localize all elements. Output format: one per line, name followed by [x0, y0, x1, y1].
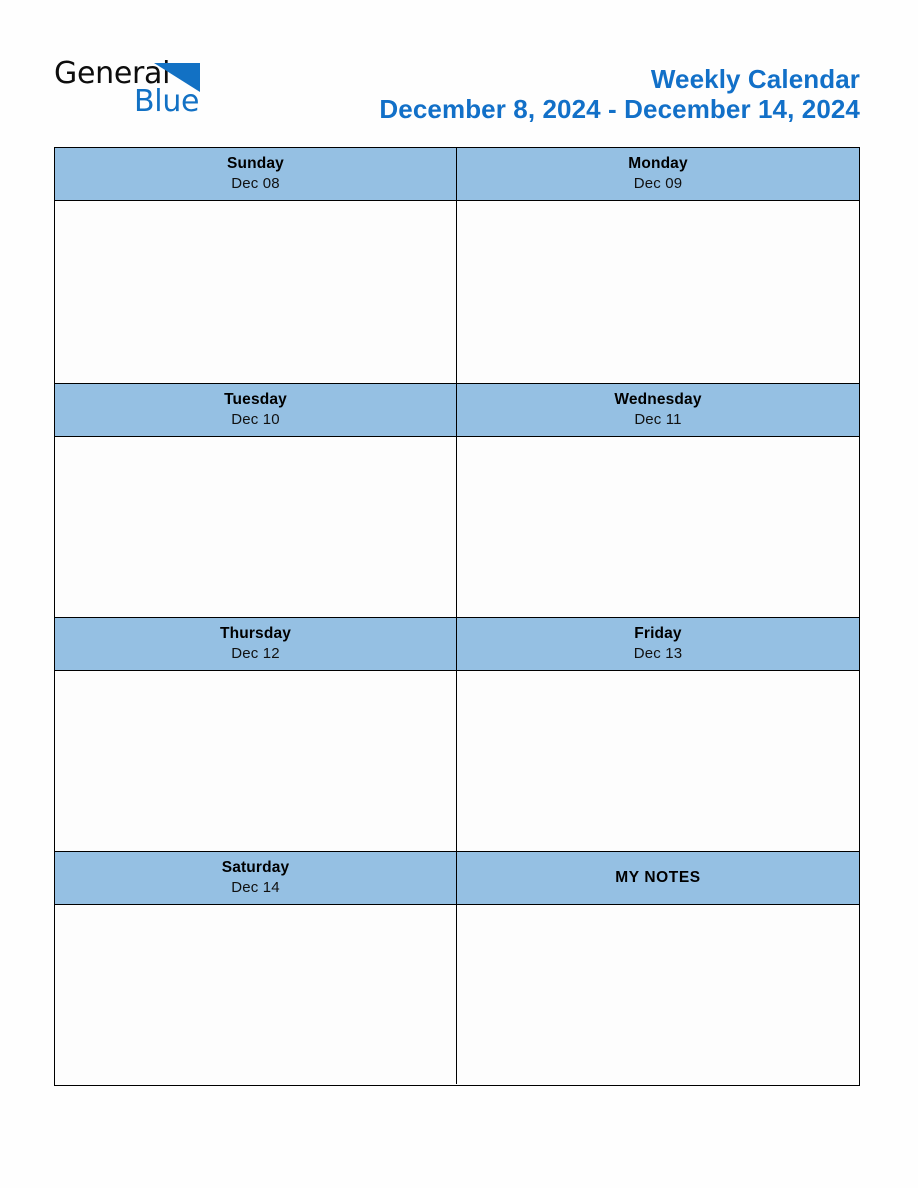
day-name-label: Saturday [221, 858, 290, 876]
notes-content-area[interactable] [457, 905, 859, 1084]
day-content-tuesday[interactable] [55, 437, 457, 617]
day-name-label: Monday [628, 154, 688, 172]
day-name-label: Friday [634, 624, 682, 642]
day-content-monday[interactable] [457, 201, 859, 383]
day-header-thursday[interactable]: Thursday Dec 12 [55, 618, 457, 670]
day-header-sunday[interactable]: Sunday Dec 08 [55, 148, 457, 200]
day-name-label: Sunday [227, 154, 284, 172]
calendar-row-block: Sunday Dec 08 Monday Dec 09 [55, 148, 859, 384]
page-header: General Blue Weekly Calendar December 8,… [54, 55, 860, 135]
day-content-row [55, 201, 859, 384]
day-date-label: Dec 11 [634, 410, 682, 428]
day-content-saturday[interactable] [55, 905, 457, 1084]
day-date-label: Dec 09 [633, 174, 683, 192]
day-header-row: Tuesday Dec 10 Wednesday Dec 11 [55, 384, 859, 437]
day-content-thursday[interactable] [55, 671, 457, 851]
general-blue-logo: General Blue [54, 55, 202, 121]
notes-header[interactable]: MY NOTES [457, 852, 859, 904]
title-block: Weekly Calendar December 8, 2024 - Decem… [202, 55, 860, 125]
calendar-row-block: Tuesday Dec 10 Wednesday Dec 11 [55, 384, 859, 618]
calendar-row-block: Saturday Dec 14 MY NOTES [55, 852, 859, 1084]
day-content-row [55, 671, 859, 852]
date-range-subtitle: December 8, 2024 - December 14, 2024 [379, 94, 860, 125]
calendar-row-block: Thursday Dec 12 Friday Dec 13 [55, 618, 859, 852]
day-header-saturday[interactable]: Saturday Dec 14 [55, 852, 457, 904]
day-header-wednesday[interactable]: Wednesday Dec 11 [457, 384, 859, 436]
notes-title-label: MY NOTES [615, 868, 701, 886]
day-header-row: Saturday Dec 14 MY NOTES [55, 852, 859, 905]
day-date-label: Dec 14 [231, 878, 280, 896]
day-date-label: Dec 13 [633, 644, 683, 662]
day-header-tuesday[interactable]: Tuesday Dec 10 [55, 384, 457, 436]
day-header-friday[interactable]: Friday Dec 13 [457, 618, 859, 670]
day-header-row: Sunday Dec 08 Monday Dec 09 [55, 148, 859, 201]
weekly-calendar-page: General Blue Weekly Calendar December 8,… [0, 0, 918, 1188]
day-content-row [55, 437, 859, 618]
logo-text-blue: Blue [134, 84, 200, 119]
day-content-row [55, 905, 859, 1084]
calendar-grid: Sunday Dec 08 Monday Dec 09 Tuesday Dec … [54, 147, 860, 1086]
day-date-label: Dec 08 [231, 174, 280, 192]
day-date-label: Dec 10 [231, 410, 280, 428]
day-header-row: Thursday Dec 12 Friday Dec 13 [55, 618, 859, 671]
day-content-friday[interactable] [457, 671, 859, 851]
day-date-label: Dec 12 [231, 644, 280, 662]
day-name-label: Wednesday [614, 390, 702, 408]
page-title: Weekly Calendar [650, 64, 860, 94]
day-content-sunday[interactable] [55, 201, 457, 383]
day-name-label: Tuesday [224, 390, 287, 408]
day-name-label: Thursday [220, 624, 291, 642]
day-content-wednesday[interactable] [457, 437, 859, 617]
day-header-monday[interactable]: Monday Dec 09 [457, 148, 859, 200]
